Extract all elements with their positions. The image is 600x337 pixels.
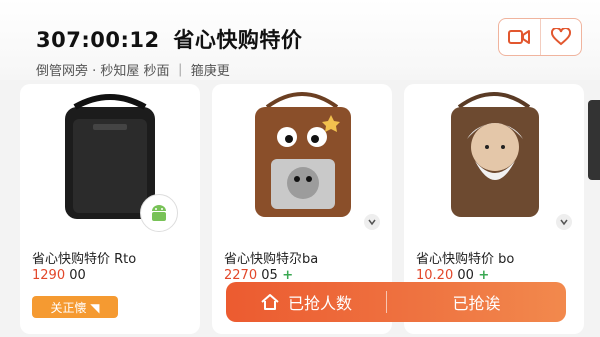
heart-icon bbox=[550, 28, 571, 46]
product-name: 省心快购特价 bo bbox=[416, 252, 515, 267]
buy-now-label: 已抢诶 bbox=[452, 294, 501, 313]
buy-count-label: 已抢人数 bbox=[287, 294, 352, 313]
product-card[interactable]: 省心快购特价 Rto 1290 00 关正懐 ◥ bbox=[20, 84, 200, 334]
product-image bbox=[404, 84, 584, 234]
header-subtitle: 倒管网旁 · 秒知屋 秒面 ｜ 箍庚更 bbox=[36, 64, 230, 79]
video-button[interactable] bbox=[499, 19, 540, 55]
android-icon bbox=[140, 194, 178, 232]
page-title: 省心快购特价 bbox=[173, 28, 303, 52]
product-price: 2270 05 + bbox=[224, 268, 294, 283]
countdown-timer: 307:00:12 bbox=[36, 28, 160, 52]
product-image bbox=[212, 84, 392, 234]
next-card-peek bbox=[588, 100, 600, 180]
header-actions bbox=[498, 18, 582, 56]
product-image bbox=[20, 84, 200, 234]
follow-button[interactable]: 关正懐 ◥ bbox=[32, 296, 118, 318]
countdown-title: 307:00:12 省心快购特价 bbox=[36, 24, 302, 54]
product-price: 1290 00 bbox=[32, 268, 86, 283]
buy-bar[interactable]: 已抢人数 已抢诶 bbox=[226, 282, 566, 322]
buy-count-button[interactable]: 已抢人数 bbox=[226, 290, 386, 314]
favorite-button[interactable] bbox=[539, 19, 582, 55]
product-name: 省心快购特尕ba bbox=[224, 252, 319, 267]
header-bar: 307:00:12 省心快购特价 倒管网旁 · 秒知屋 秒面 ｜ 箍庚更 bbox=[0, 0, 600, 80]
product-price: 10.20 00 + bbox=[416, 268, 490, 283]
chevron-down-icon[interactable] bbox=[556, 214, 572, 230]
chevron-down-icon[interactable] bbox=[364, 214, 380, 230]
buy-now-button[interactable]: 已抢诶 bbox=[387, 290, 566, 314]
video-camera-icon bbox=[508, 30, 531, 44]
product-name: 省心快购特价 Rto bbox=[32, 252, 137, 267]
home-icon bbox=[261, 294, 279, 310]
